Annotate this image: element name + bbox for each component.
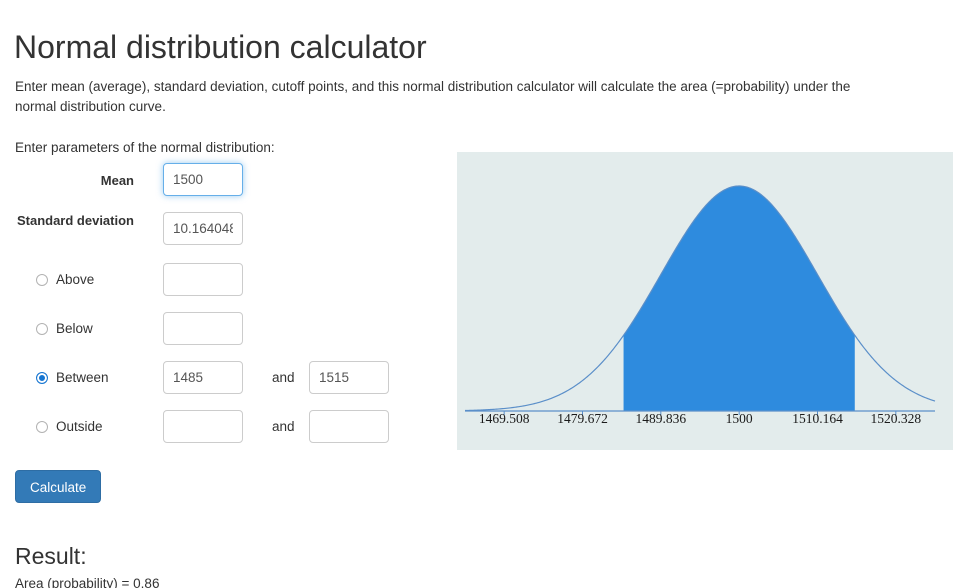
result-heading: Result:: [15, 543, 87, 570]
x-tick-label: 1469.508: [478, 411, 530, 426]
form-row-stdev: Standard deviation: [0, 209, 440, 260]
intro-description: Enter mean (average), standard deviation…: [15, 78, 851, 114]
outside-high-input[interactable]: [309, 410, 389, 443]
radio-option-outside[interactable]: Outside: [36, 419, 103, 435]
outside-label: Outside: [56, 419, 103, 434]
radio-below-icon[interactable]: [36, 323, 48, 335]
x-axis-tick-labels: 1469.508 1479.672 1489.836 1500 1510.164 1520…: [457, 411, 953, 433]
below-input[interactable]: [163, 312, 243, 345]
x-tick-label: 1489.836: [635, 411, 687, 426]
standard-deviation-input[interactable]: [163, 212, 243, 245]
form-row-between: Between and: [0, 358, 440, 407]
normal-distribution-calculator-page: Normal distribution calculator Enter mea…: [0, 0, 953, 588]
outside-and-label: and: [272, 419, 295, 434]
shaded-probability-area: [623, 186, 855, 411]
parameters-form: Mean Standard deviation Above Below: [0, 160, 440, 456]
distribution-chart: 1469.508 1479.672 1489.836 1500 1510.164 1520…: [457, 152, 953, 450]
form-row-above: Above: [0, 260, 440, 309]
form-row-mean: Mean: [0, 160, 440, 209]
x-tick-label: 1520.328: [870, 411, 922, 426]
x-tick-label: 1510.164: [792, 411, 843, 426]
radio-option-above[interactable]: Above: [36, 272, 94, 288]
radio-above-icon[interactable]: [36, 274, 48, 286]
x-tick-label: 1500: [725, 411, 753, 426]
below-label: Below: [56, 321, 93, 336]
between-and-label: and: [272, 370, 295, 385]
page-title: Normal distribution calculator: [14, 29, 427, 66]
radio-outside-icon[interactable]: [36, 421, 48, 433]
mean-input[interactable]: [163, 163, 243, 196]
outside-low-input[interactable]: [163, 410, 243, 443]
radio-option-between[interactable]: Between: [36, 370, 109, 386]
standard-deviation-label: Standard deviation: [16, 213, 134, 228]
radio-between-icon[interactable]: [36, 372, 48, 384]
form-row-outside: Outside and: [0, 407, 440, 456]
between-high-input[interactable]: [309, 361, 389, 394]
above-input[interactable]: [163, 263, 243, 296]
above-label: Above: [56, 272, 95, 287]
parameters-label: Enter parameters of the normal distribut…: [15, 139, 275, 155]
between-label: Between: [56, 370, 109, 385]
normal-curve-svg: [464, 185, 936, 415]
form-row-below: Below: [0, 309, 440, 358]
x-tick-label: 1479.672: [557, 411, 608, 426]
mean-label: Mean: [100, 173, 134, 188]
between-low-input[interactable]: [163, 361, 243, 394]
calculate-button[interactable]: Calculate: [15, 470, 102, 503]
radio-option-below[interactable]: Below: [36, 321, 93, 337]
result-value: Area (probability) = 0.86: [15, 575, 160, 588]
